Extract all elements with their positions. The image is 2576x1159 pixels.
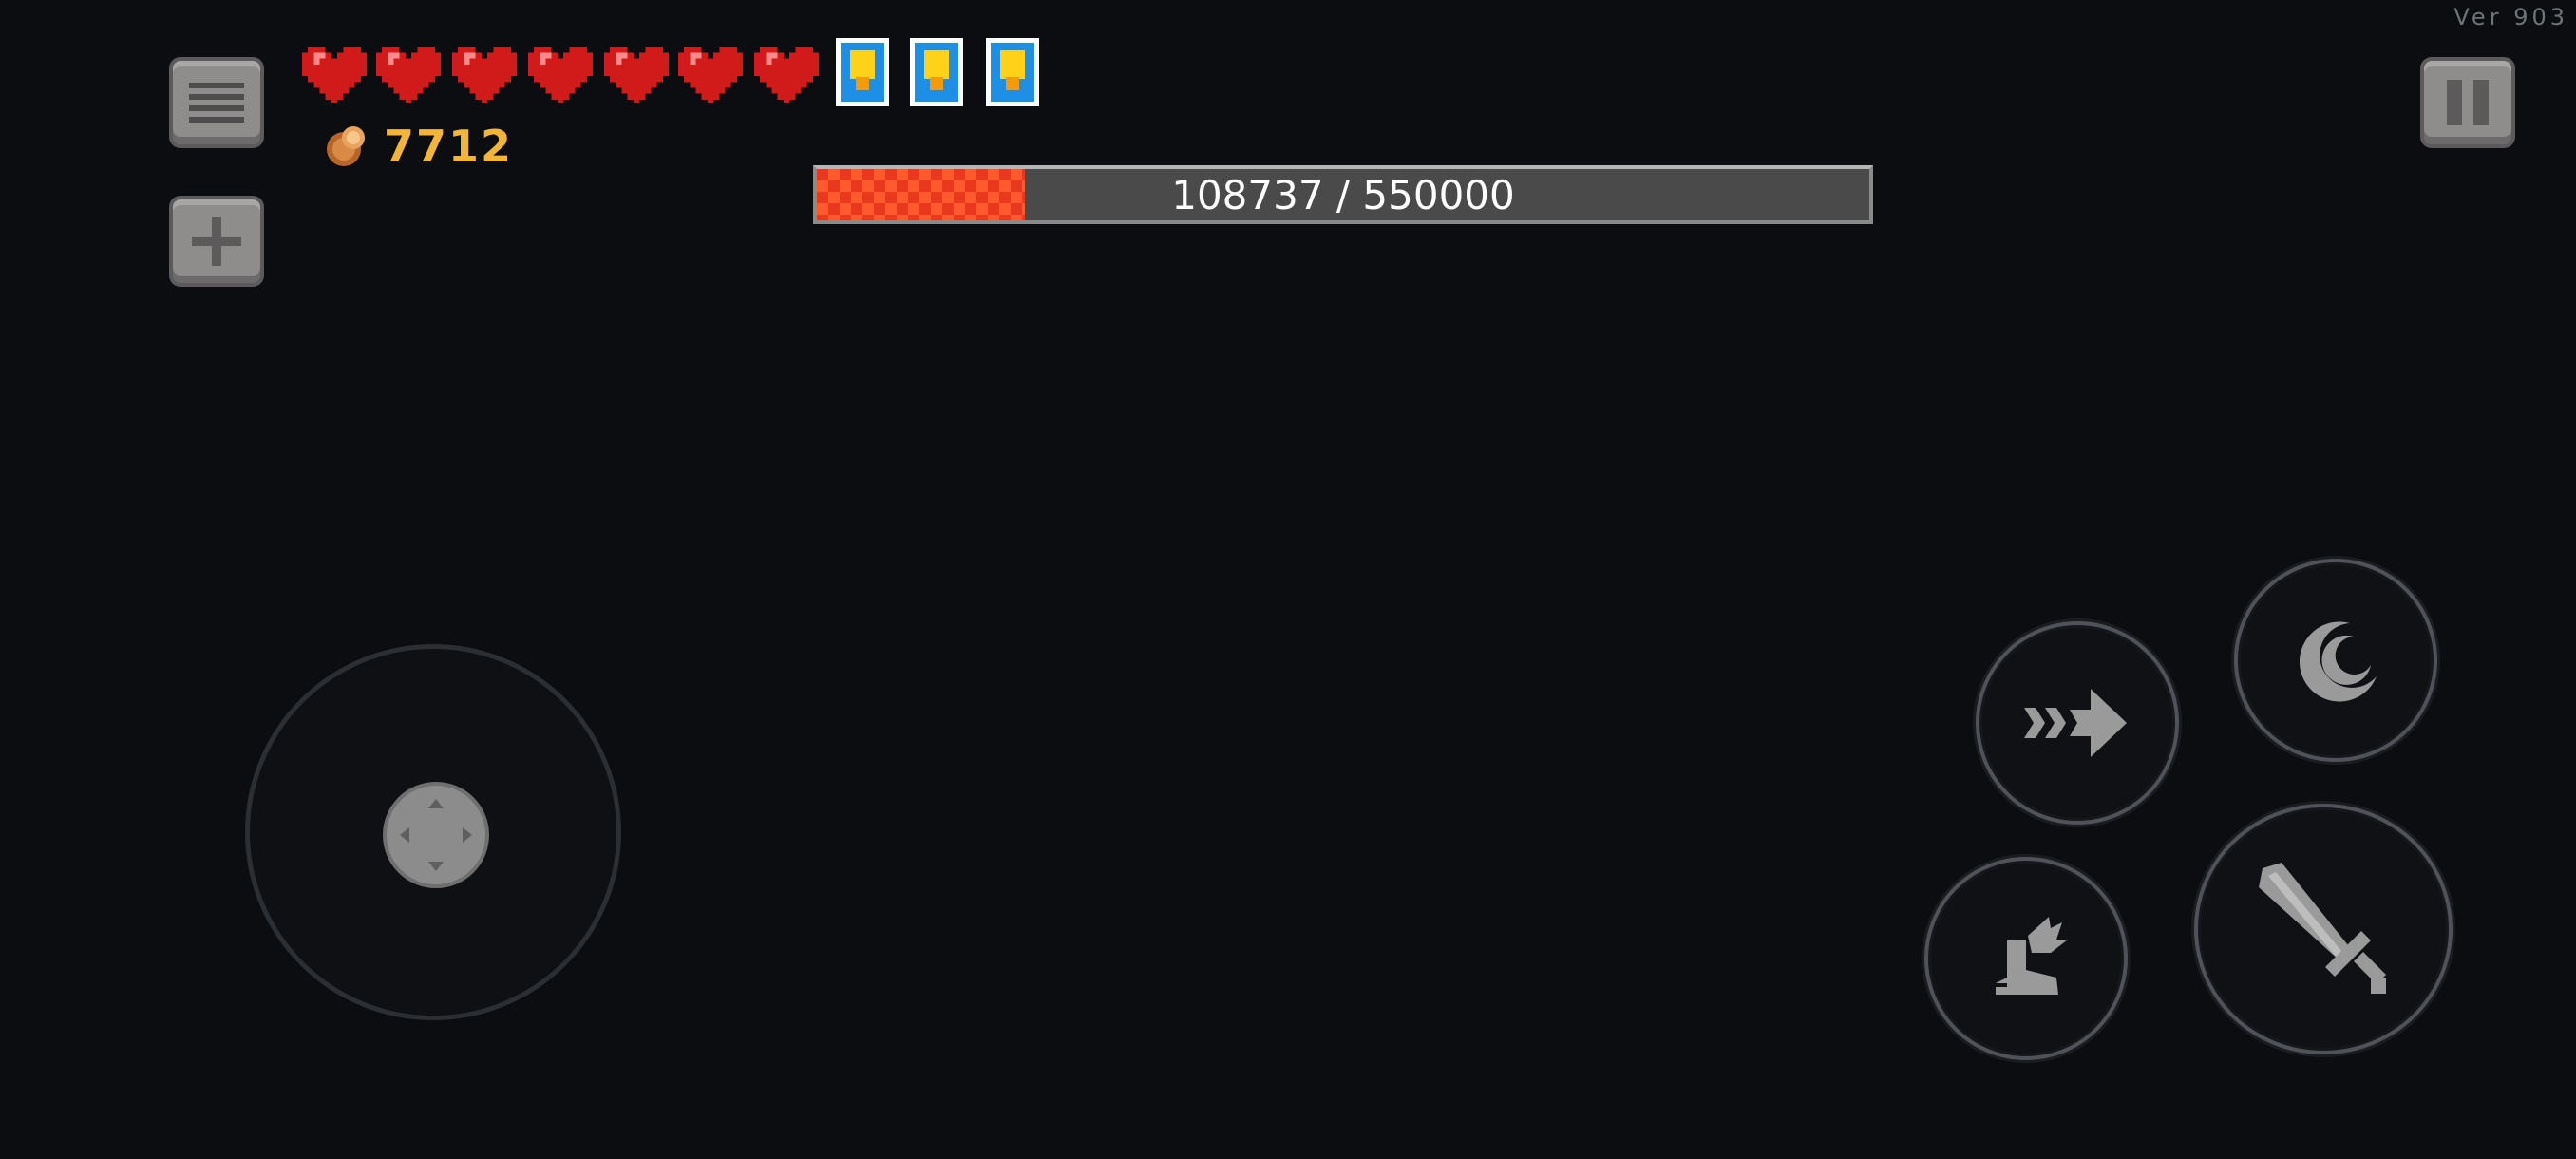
- shield-icon: [836, 38, 889, 106]
- attack-button[interactable]: [2194, 804, 2453, 1054]
- pause-button[interactable]: [2420, 57, 2515, 148]
- heart-icon: [754, 47, 819, 103]
- heart-icon: [604, 47, 669, 103]
- heart-icon: [302, 47, 367, 103]
- dash-arrow-icon: [2024, 689, 2127, 757]
- add-button[interactable]: [169, 196, 264, 287]
- heart-icon: [452, 47, 517, 103]
- sword-icon: [2259, 863, 2386, 994]
- joystick-knob[interactable]: [383, 782, 489, 888]
- coin-count: 7712: [384, 121, 514, 172]
- dpad-icon: [400, 799, 472, 871]
- virtual-joystick[interactable]: [245, 644, 621, 1020]
- jump-button[interactable]: [1924, 857, 2128, 1060]
- winged-boot-icon: [1996, 917, 2068, 995]
- coin-icon: [327, 126, 365, 166]
- heart-icon: [528, 47, 593, 103]
- pause-icon: [2447, 80, 2489, 125]
- version-label: Ver 903: [2453, 4, 2568, 30]
- dash-button[interactable]: [1976, 621, 2179, 825]
- boss-health-bar: 108737 / 550000: [813, 165, 1873, 224]
- heart-icon: [678, 47, 743, 103]
- special-skill-button[interactable]: [2234, 559, 2437, 762]
- menu-button[interactable]: [169, 57, 264, 148]
- boss-health-text: 108737 / 550000: [1171, 171, 1515, 218]
- game-screen: Ver 903 7712 108737 / 550000: [0, 0, 2576, 1159]
- crescent-moon-icon: [2299, 621, 2377, 702]
- heart-icon: [376, 47, 441, 103]
- plus-icon: [192, 217, 241, 266]
- shield-icon: [910, 38, 963, 106]
- menu-icon: [189, 83, 244, 123]
- shield-icon: [986, 38, 1039, 106]
- coin-counter: 7712: [323, 120, 513, 173]
